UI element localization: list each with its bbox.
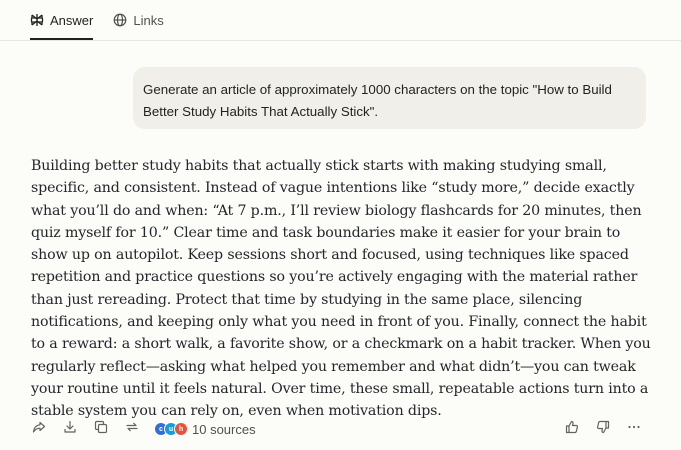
tab-bar: Answer Links xyxy=(30,0,164,40)
tab-answer-label: Answer xyxy=(50,12,94,28)
rewrite-icon xyxy=(125,420,139,439)
share-icon xyxy=(32,420,46,439)
perplexity-logo-icon xyxy=(30,13,44,27)
rewrite-button[interactable] xyxy=(121,418,143,440)
tab-links-label: Links xyxy=(133,12,164,28)
source-favicon: h xyxy=(174,422,188,436)
copy-button[interactable] xyxy=(90,418,112,440)
more-button[interactable] xyxy=(623,418,645,440)
user-query-bubble: Generate an article of approximately 100… xyxy=(133,67,646,129)
copy-icon xyxy=(94,420,108,439)
tab-divider xyxy=(0,40,681,41)
thumbs-down-icon xyxy=(596,420,610,439)
answer-page: Answer Links Generate an article of appr… xyxy=(0,0,681,450)
more-icon xyxy=(627,420,641,439)
tab-answer[interactable]: Answer xyxy=(30,0,94,40)
sources-label: 10 sources xyxy=(192,421,256,437)
tab-links[interactable]: Links xyxy=(113,0,164,40)
answer-actions: c u h 10 sources xyxy=(28,418,645,440)
source-favicons: c u h xyxy=(154,422,188,436)
thumbs-down-button[interactable] xyxy=(592,418,614,440)
thumbs-up-button[interactable] xyxy=(561,418,583,440)
thumbs-up-icon xyxy=(565,420,579,439)
globe-icon xyxy=(113,13,127,27)
answer-text: Building better study habits that actual… xyxy=(31,158,651,420)
download-button[interactable] xyxy=(59,418,81,440)
sources-button[interactable]: c u h 10 sources xyxy=(154,422,256,437)
share-button[interactable] xyxy=(28,418,50,440)
download-icon xyxy=(63,420,77,439)
